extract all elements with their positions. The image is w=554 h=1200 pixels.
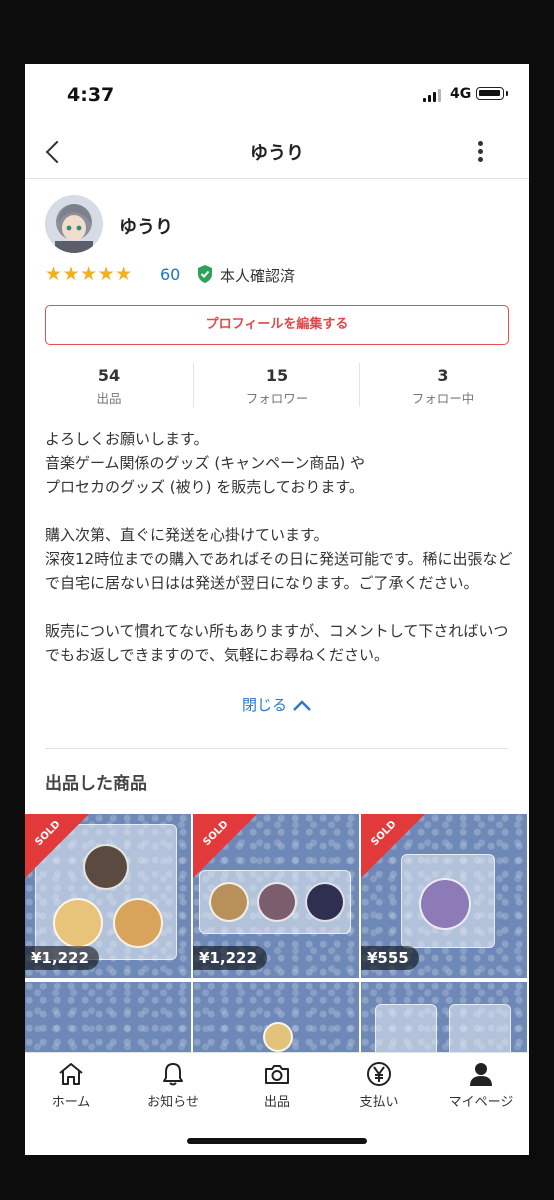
tab-label: 支払い — [359, 1095, 399, 1110]
can-badge — [83, 844, 129, 890]
rating-count[interactable]: 60 — [160, 265, 180, 284]
stat-value: 54 — [97, 366, 121, 385]
stats-row: 54 出品 15 フォロワー 3 フォロー中 — [25, 361, 529, 411]
home-icon — [59, 1063, 83, 1085]
bio-line: よろしくお願いします。 — [45, 430, 209, 448]
phone-screen: 4:37 4G ゆうり ゆうり ★★★★★ 60 本人確認済 プロフィールを編集… — [25, 64, 529, 1155]
stat-label: 出品 — [96, 391, 122, 406]
tab-sell[interactable]: 出品 — [227, 1061, 327, 1110]
avatar[interactable] — [45, 195, 103, 253]
yen-icon — [367, 1062, 391, 1086]
sold-label: SOLD — [33, 818, 63, 849]
stat-followers[interactable]: 15 フォロワー — [193, 361, 361, 407]
battery-icon — [476, 87, 508, 100]
sold-label: SOLD — [201, 818, 231, 849]
stat-value: 15 — [265, 366, 289, 385]
tab-notifications[interactable]: お知らせ — [123, 1061, 223, 1110]
collapse-bio-button[interactable]: 閉じる — [25, 694, 529, 715]
sold-ribbon: SOLD — [361, 814, 425, 878]
listing-tile[interactable]: SOLD ¥1,222 — [193, 814, 359, 978]
bio-line: 購入次第、直ぐに発送を心掛けています。 — [45, 526, 329, 544]
bio-line: 販売について慣れてない所もありますが、コメントして下さればいつでもお返しできます… — [45, 622, 509, 664]
tab-payment[interactable]: 支払い — [329, 1061, 429, 1110]
status-time: 4:37 — [67, 84, 115, 106]
bio-line: 深夜12時位までの購入であればその日に発送可能です。稀に出張などで自宅に居ない日… — [45, 550, 513, 592]
bio-line: 音楽ゲーム関係のグッズ (キャンペーン商品) や — [45, 454, 366, 472]
edit-profile-button[interactable]: プロフィールを編集する — [45, 305, 509, 345]
can-badge — [263, 1022, 293, 1052]
bio-line: プロセカのグッズ (被り) を販売しております。 — [45, 478, 364, 496]
camera-icon — [265, 1065, 289, 1084]
person-icon — [470, 1063, 492, 1086]
item-price: ¥1,222 — [25, 946, 99, 970]
tab-label: ホーム — [51, 1095, 91, 1110]
verified-shield-icon — [196, 264, 214, 284]
profile-name: ゆうり — [119, 217, 173, 238]
tab-mypage[interactable]: マイページ — [431, 1061, 529, 1110]
collapse-label: 閉じる — [241, 696, 287, 714]
bio-spacer — [45, 499, 515, 523]
listings-section-title: 出品した商品 — [45, 774, 147, 794]
can-badge — [209, 882, 249, 922]
item-price: ¥1,222 — [193, 946, 267, 970]
more-options-icon[interactable] — [465, 136, 495, 168]
listing-tile[interactable]: SOLD ¥555 — [361, 814, 527, 978]
stat-following[interactable]: 3 フォロー中 — [359, 361, 527, 407]
tab-home[interactable]: ホーム — [25, 1061, 121, 1110]
stat-label: フォロワー — [245, 391, 309, 406]
can-badge — [257, 882, 297, 922]
can-badge — [419, 878, 471, 930]
sold-label: SOLD — [369, 818, 399, 849]
stat-listings[interactable]: 54 出品 — [25, 361, 193, 407]
sold-ribbon: SOLD — [25, 814, 89, 878]
can-badge — [53, 898, 103, 948]
can-badge — [113, 898, 163, 948]
bio-spacer — [45, 595, 515, 619]
nav-bar: ゆうり — [25, 126, 529, 179]
chevron-up-icon — [293, 699, 311, 711]
signal-icon — [423, 89, 443, 102]
stat-label: フォロー中 — [411, 391, 475, 406]
verified-label: 本人確認済 — [220, 267, 296, 285]
stat-value: 3 — [437, 366, 449, 385]
profile-bio: よろしくお願いします。 音楽ゲーム関係のグッズ (キャンペーン商品) や プロセ… — [45, 427, 515, 667]
item-price: ¥555 — [361, 946, 419, 970]
listing-tile[interactable]: SOLD ¥1,222 — [25, 814, 191, 978]
can-badge — [305, 882, 345, 922]
status-bar: 4:37 4G — [25, 64, 529, 126]
divider — [45, 748, 509, 749]
rating-stars-icon: ★★★★★ — [45, 263, 133, 285]
tab-label: 出品 — [263, 1095, 290, 1110]
page-title: ゆうり — [250, 143, 304, 164]
network-type: 4G — [450, 86, 472, 102]
tab-label: マイページ — [448, 1095, 514, 1110]
sold-ribbon: SOLD — [193, 814, 257, 878]
home-indicator[interactable] — [187, 1138, 367, 1144]
tab-label: お知らせ — [147, 1095, 199, 1110]
bell-icon — [163, 1063, 183, 1086]
